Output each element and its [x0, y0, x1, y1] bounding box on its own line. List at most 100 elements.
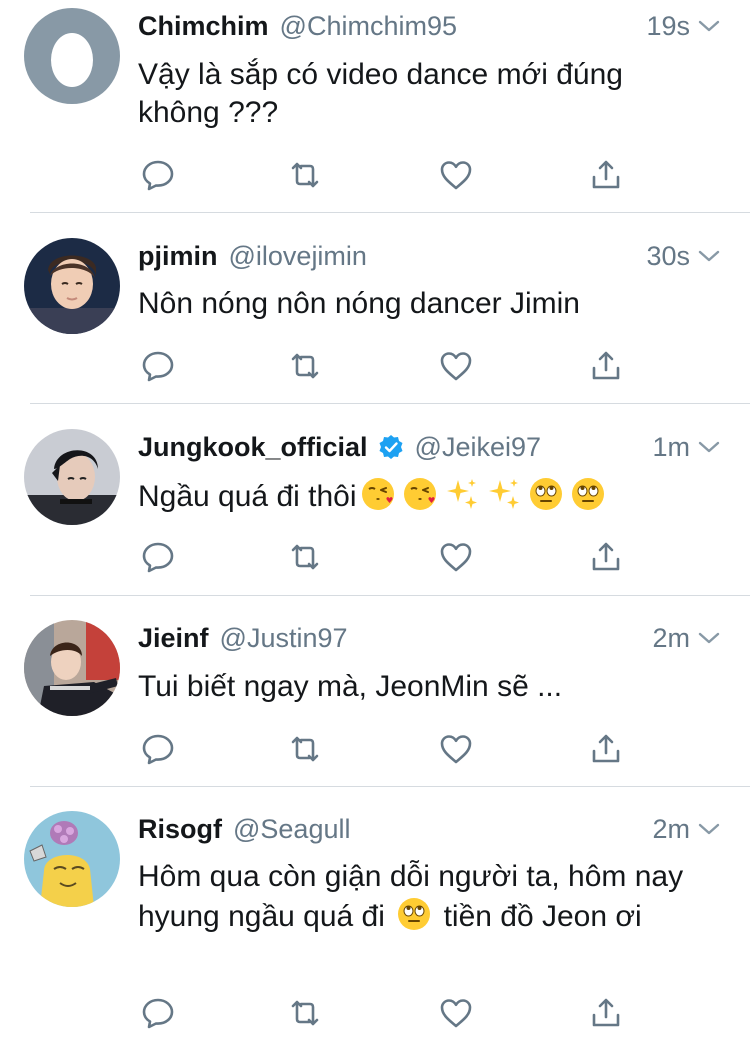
- tweet-text: Hôm qua còn giận dỗi người ta, hôm nay h…: [138, 858, 710, 936]
- tweet-actions: [138, 346, 638, 386]
- tweet-item[interactable]: Jungkook_official @Jeikei97 1m Ngầu quá …: [0, 404, 750, 596]
- timestamp: 1m: [652, 431, 690, 462]
- retweet-button[interactable]: [285, 993, 325, 1033]
- retweet-icon: [291, 736, 319, 762]
- sparkles-emoji-icon: [488, 479, 519, 509]
- reply-button[interactable]: [138, 346, 178, 386]
- share-icon: [592, 542, 620, 571]
- like-button[interactable]: [436, 155, 476, 195]
- like-button[interactable]: [436, 346, 476, 386]
- author-name[interactable]: Jieinf: [138, 623, 209, 654]
- heart-icon: [440, 161, 472, 190]
- retweet-icon: [291, 353, 319, 379]
- tweet-item[interactable]: Risogf @Seagull 2m Hôm qua còn giận dỗi …: [0, 787, 750, 1041]
- avatar[interactable]: [24, 238, 120, 334]
- retweet-button[interactable]: [285, 537, 325, 577]
- chevron-down-icon[interactable]: [698, 19, 720, 33]
- profile-photo-icon: [24, 811, 120, 907]
- kissing-heart-emoji-icon: [403, 478, 436, 510]
- author-name[interactable]: Risogf: [138, 814, 222, 845]
- author-name[interactable]: Jungkook_official: [138, 432, 368, 463]
- reply-icon: [142, 998, 174, 1029]
- tweet-item[interactable]: Chimchim @Chimchim95 19s Vậy là sắp có v…: [0, 0, 750, 213]
- profile-photo-icon: [24, 429, 120, 525]
- tweet-text: Ngầu quá đi thôi: [138, 476, 710, 516]
- share-icon: [592, 998, 620, 1027]
- retweet-icon: [291, 1000, 319, 1026]
- sparkles-emoji-icon: [446, 479, 477, 509]
- tweet-header: Chimchim @Chimchim95 19s: [138, 8, 726, 44]
- eye-roll-emoji-icon: [529, 478, 562, 510]
- share-icon: [592, 734, 620, 763]
- eye-roll-emoji-icon: [571, 478, 604, 510]
- avatar[interactable]: [24, 811, 120, 907]
- timestamp: 2m: [652, 813, 690, 844]
- tweet-header: pjimin @ilovejimin 30s: [138, 238, 726, 274]
- reply-icon: [142, 160, 174, 191]
- tweet-header: Jieinf @Justin97 2m: [138, 620, 726, 656]
- profile-photo-icon: [24, 620, 120, 716]
- share-button[interactable]: [586, 537, 626, 577]
- avatar[interactable]: [24, 429, 120, 525]
- heart-icon: [440, 352, 472, 381]
- share-icon: [592, 351, 620, 380]
- tweet-actions: [138, 155, 638, 195]
- reply-button[interactable]: [138, 729, 178, 769]
- like-button[interactable]: [436, 993, 476, 1033]
- author-handle[interactable]: @Justin97: [220, 623, 348, 654]
- retweet-icon: [291, 162, 319, 188]
- tweet-actions: [138, 993, 638, 1033]
- tweet-text-part2: tiền đồ Jeon ơi: [443, 900, 642, 933]
- timestamp: 2m: [652, 622, 690, 653]
- eye-roll-emoji-icon: [398, 898, 431, 930]
- reply-button[interactable]: [138, 537, 178, 577]
- like-button[interactable]: [436, 537, 476, 577]
- reply-icon: [142, 734, 174, 765]
- share-button[interactable]: [586, 346, 626, 386]
- tweet-header: Jungkook_official @Jeikei97 1m: [138, 429, 726, 465]
- retweet-button[interactable]: [285, 155, 325, 195]
- chevron-down-icon[interactable]: [698, 631, 720, 645]
- timestamp: 30s: [646, 240, 690, 271]
- like-button[interactable]: [436, 729, 476, 769]
- share-button[interactable]: [586, 993, 626, 1033]
- chevron-down-icon[interactable]: [698, 822, 720, 836]
- tweet-actions: [138, 537, 638, 577]
- avatar[interactable]: [24, 620, 120, 716]
- share-icon: [592, 160, 620, 189]
- tweet-text: Vậy là sắp có video dance mới đúng không…: [138, 58, 623, 129]
- heart-icon: [440, 543, 472, 572]
- tweet-text-content: Ngầu quá đi thôi: [138, 480, 357, 513]
- timestamp: 19s: [646, 10, 690, 41]
- kissing-heart-emoji-icon: [361, 478, 394, 510]
- author-handle[interactable]: @Jeikei97: [415, 432, 541, 463]
- chevron-down-icon[interactable]: [698, 249, 720, 263]
- tweet-item[interactable]: Jieinf @Justin97 2m Tui biết ngay mà, Je…: [0, 596, 750, 787]
- retweet-button[interactable]: [285, 729, 325, 769]
- tweet-actions: [138, 729, 638, 769]
- share-button[interactable]: [586, 155, 626, 195]
- avatar[interactable]: [24, 8, 120, 104]
- retweet-button[interactable]: [285, 346, 325, 386]
- author-name[interactable]: pjimin: [138, 241, 218, 272]
- tweet-text: Nôn nóng nôn nóng dancer Jimin: [138, 287, 580, 320]
- author-name[interactable]: Chimchim: [138, 11, 269, 42]
- author-handle[interactable]: @Chimchim95: [280, 11, 457, 42]
- reply-button[interactable]: [138, 993, 178, 1033]
- default-egg-avatar-icon: [24, 8, 120, 104]
- reply-button[interactable]: [138, 155, 178, 195]
- share-button[interactable]: [586, 729, 626, 769]
- verified-badge-icon: [379, 435, 403, 459]
- reply-icon: [142, 351, 174, 382]
- heart-icon: [440, 999, 472, 1028]
- tweet-text: Tui biết ngay mà, JeonMin sẽ ...: [138, 670, 563, 703]
- tweet-item[interactable]: pjimin @ilovejimin 30s Nôn nóng nôn nóng…: [0, 213, 750, 404]
- retweet-icon: [291, 544, 319, 570]
- profile-photo-icon: [24, 238, 120, 334]
- chevron-down-icon[interactable]: [698, 440, 720, 454]
- author-handle[interactable]: @ilovejimin: [229, 241, 367, 272]
- author-handle[interactable]: @Seagull: [233, 814, 350, 845]
- heart-icon: [440, 735, 472, 764]
- reply-icon: [142, 542, 174, 573]
- tweet-header: Risogf @Seagull 2m: [138, 811, 726, 847]
